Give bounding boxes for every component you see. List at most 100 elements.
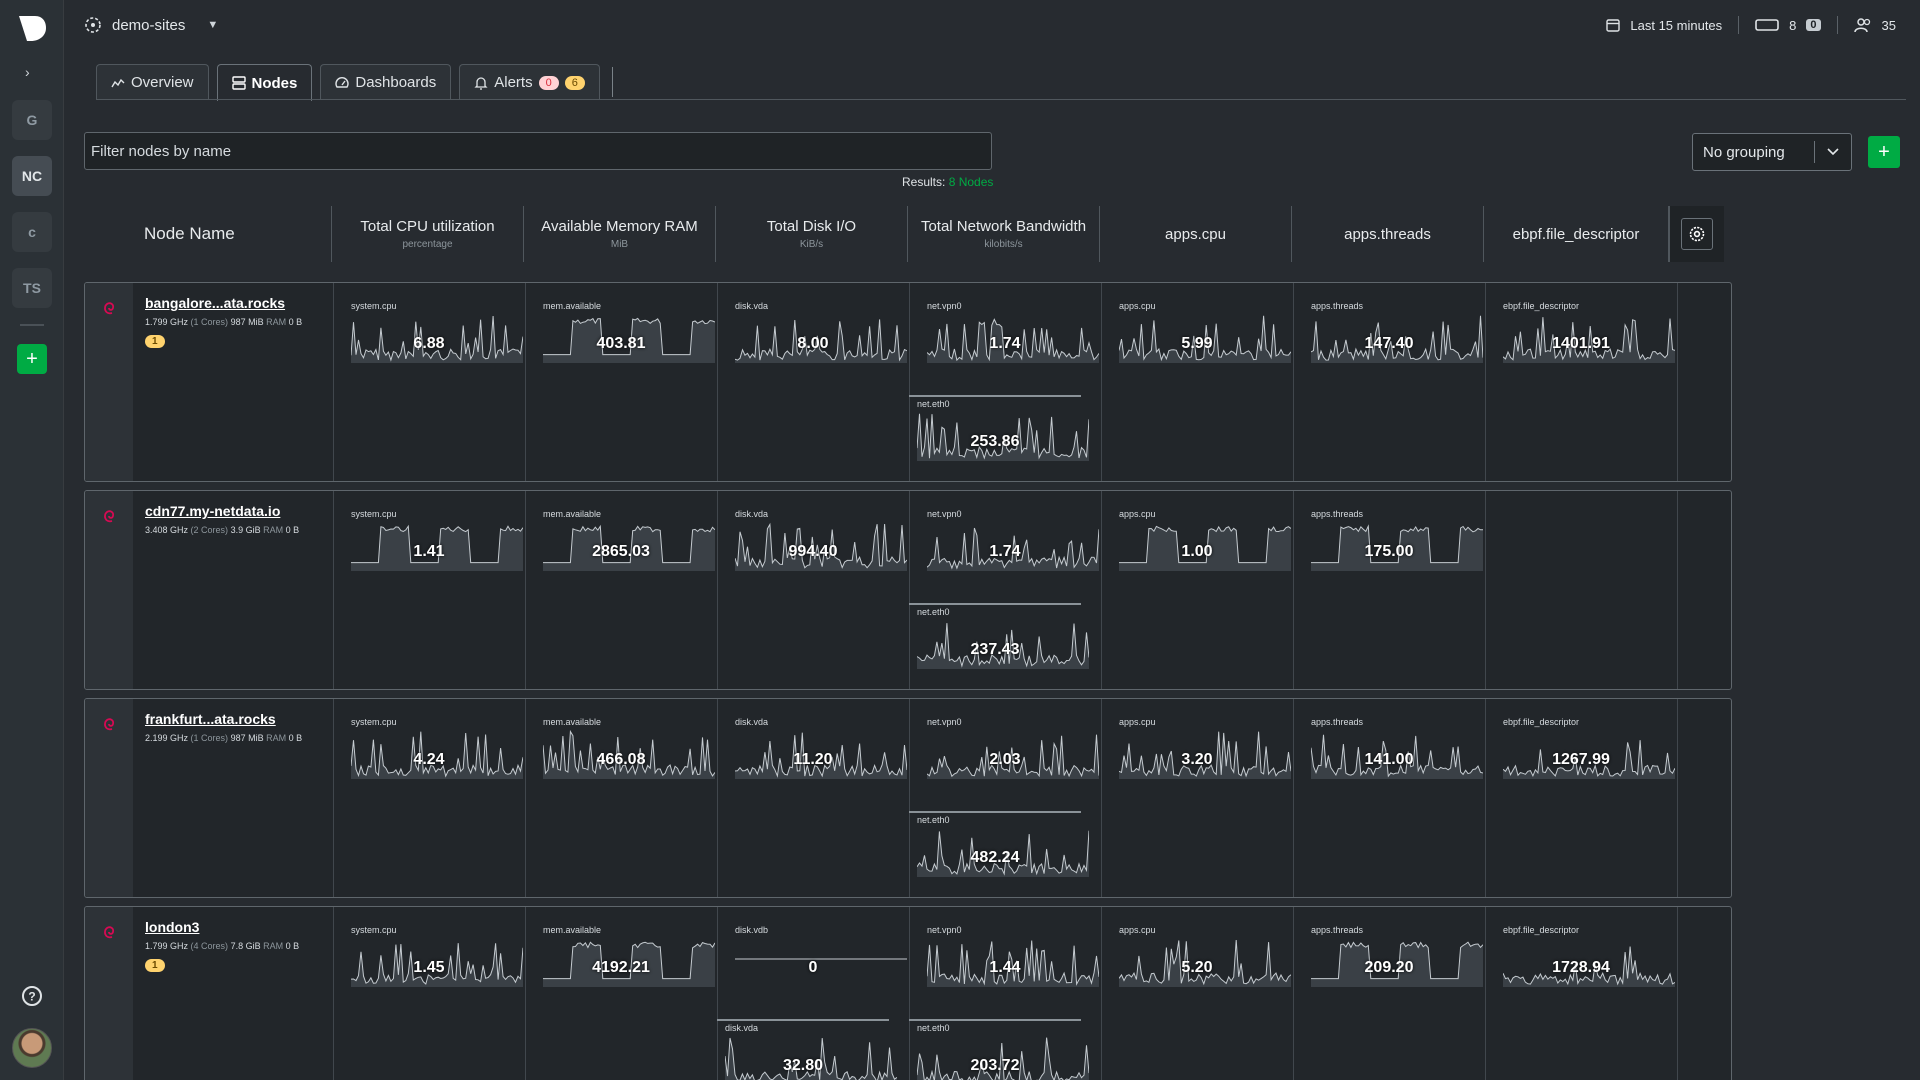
- nodes-icon[interactable]: [1755, 18, 1779, 32]
- metric-value: 8.00: [797, 335, 829, 352]
- metric-cell[interactable]: mem.available 403.81: [535, 299, 715, 379]
- metric-cell[interactable]: mem.available 4192.21: [535, 923, 715, 1003]
- metric-cell[interactable]: apps.cpu 5.99: [1111, 299, 1291, 379]
- critical-alerts-badge: 0: [538, 75, 559, 90]
- column-divider: [717, 491, 718, 689]
- node-name-link[interactable]: cdn77.my-netdata.io: [145, 503, 325, 519]
- metric-context: net.vpn0: [927, 925, 962, 935]
- column-header-cpu[interactable]: Total CPU utilization percentage: [332, 206, 524, 262]
- node-cores: (1 Cores): [190, 317, 229, 327]
- metric-cell[interactable]: apps.threads 147.40: [1303, 299, 1483, 379]
- metric-context: ebpf.file_descriptor: [1503, 717, 1580, 727]
- metric-cell[interactable]: ebpf.file_descriptor 1267.99: [1495, 715, 1675, 795]
- node-info: london3 1.799 GHz (4 Cores) 7.8 GiB RAM 0…: [145, 919, 325, 973]
- metric-context: apps.threads: [1311, 717, 1364, 727]
- column-divider: [1485, 699, 1486, 897]
- node-ram-label: RAM: [263, 941, 284, 951]
- space-ts[interactable]: TS: [12, 268, 52, 308]
- column-header-apps-threads[interactable]: apps.threads: [1292, 206, 1484, 262]
- metric-cell[interactable]: apps.cpu 5.20: [1111, 923, 1291, 1003]
- column-header-disk[interactable]: Total Disk I/O KiB/s: [716, 206, 908, 262]
- tab-dashboards-label: Dashboards: [355, 74, 437, 91]
- metric-cell[interactable]: apps.cpu 1.00: [1111, 507, 1291, 587]
- metric-cell[interactable]: disk.vda 994.40: [727, 507, 907, 587]
- metric-cell[interactable]: net.eth0 482.24: [909, 811, 1089, 891]
- node-row: london3 1.799 GHz (4 Cores) 7.8 GiB RAM 0…: [84, 906, 1732, 1080]
- add-node-button[interactable]: +: [1868, 136, 1900, 168]
- node-name-link[interactable]: london3: [145, 919, 325, 935]
- metric-context: mem.available: [543, 301, 602, 311]
- metric-cell[interactable]: net.vpn0 1.74: [919, 299, 1099, 379]
- metric-context: ebpf.file_descriptor: [1503, 301, 1580, 311]
- metric-cell[interactable]: apps.threads 209.20: [1303, 923, 1483, 1003]
- metric-cell[interactable]: system.cpu 6.88: [343, 299, 523, 379]
- metric-context: system.cpu: [351, 717, 397, 727]
- netdata-logo-icon[interactable]: [17, 14, 47, 42]
- add-space-button[interactable]: +: [17, 344, 47, 374]
- calendar-icon[interactable]: [1606, 18, 1621, 32]
- expand-sidebar-chevron-icon[interactable]: ›: [25, 64, 30, 80]
- metric-context: disk.vda: [735, 717, 769, 727]
- grouping-select[interactable]: No grouping: [1692, 133, 1852, 171]
- metric-cell[interactable]: net.eth0 203.72: [909, 1019, 1089, 1080]
- tab-overview[interactable]: Overview: [96, 64, 209, 100]
- column-unit: KiB/s: [799, 239, 824, 250]
- node-alert-badge[interactable]: 1: [145, 335, 165, 348]
- members-icon[interactable]: [1853, 17, 1872, 33]
- metric-cell[interactable]: apps.threads 175.00: [1303, 507, 1483, 587]
- column-divider: [1101, 907, 1102, 1080]
- node-row-strip: [85, 699, 133, 897]
- filter-nodes-input[interactable]: [84, 132, 992, 170]
- space-nc[interactable]: NC: [12, 156, 52, 196]
- metric-cell[interactable]: net.eth0 237.43: [909, 603, 1089, 683]
- tab-nodes-label: Nodes: [251, 74, 298, 92]
- column-divider: [1293, 491, 1294, 689]
- column-settings-button[interactable]: [1668, 206, 1724, 262]
- metric-cell[interactable]: apps.cpu 3.20: [1111, 715, 1291, 795]
- time-range-label[interactable]: Last 15 minutes: [1630, 18, 1722, 33]
- metric-cell[interactable]: mem.available 466.08: [535, 715, 715, 795]
- space-c[interactable]: c: [12, 212, 52, 252]
- tab-alerts[interactable]: Alerts 0 6: [459, 64, 600, 100]
- metric-cell[interactable]: system.cpu 1.45: [343, 923, 523, 1003]
- metric-cell[interactable]: net.eth0 253.86: [909, 395, 1089, 475]
- metric-context: ebpf.file_descriptor: [1503, 925, 1580, 935]
- metric-cell[interactable]: ebpf.file_descriptor 1401.91: [1495, 299, 1675, 379]
- metric-cell[interactable]: system.cpu 4.24: [343, 715, 523, 795]
- node-ram: 987 MiB: [230, 317, 264, 327]
- metric-value: 1401.91: [1552, 335, 1610, 352]
- node-name-link[interactable]: frankfurt...ata.rocks: [145, 711, 325, 727]
- column-header-ebpf-fd[interactable]: ebpf.file_descriptor: [1484, 206, 1668, 262]
- metric-cell[interactable]: apps.threads 141.00: [1303, 715, 1483, 795]
- room-icon: [85, 17, 101, 33]
- room-selector[interactable]: demo-sites ▼: [84, 16, 218, 34]
- metric-cell[interactable]: mem.available 2865.03: [535, 507, 715, 587]
- metric-cell[interactable]: system.cpu 1.41: [343, 507, 523, 587]
- column-header-apps-cpu[interactable]: apps.cpu: [1100, 206, 1292, 262]
- column-header-network[interactable]: Total Network Bandwidth kilobits/s: [908, 206, 1100, 262]
- column-header-memory[interactable]: Available Memory RAM MiB: [524, 206, 716, 262]
- node-name-link[interactable]: bangalore...ata.rocks: [145, 295, 325, 311]
- node-alert-badge[interactable]: 1: [145, 959, 165, 972]
- metric-cell[interactable]: ebpf.file_descriptor 1728.94: [1495, 923, 1675, 1003]
- user-avatar[interactable]: [12, 1028, 52, 1068]
- metric-cell[interactable]: disk.vda 8.00: [727, 299, 907, 379]
- help-icon[interactable]: ?: [20, 984, 44, 1008]
- tab-nodes[interactable]: Nodes: [216, 64, 313, 101]
- metric-cell[interactable]: disk.vda 32.80: [717, 1019, 897, 1080]
- tab-dashboards[interactable]: Dashboards: [320, 64, 452, 100]
- space-g[interactable]: G: [12, 100, 52, 140]
- column-header-node-name[interactable]: Node Name: [84, 206, 332, 262]
- top-bar: demo-sites ▼ Last 15 minutes 8 0 35: [64, 0, 1920, 54]
- metric-cell[interactable]: net.vpn0 2.03: [919, 715, 1099, 795]
- metric-cell[interactable]: net.vpn0 1.44: [919, 923, 1099, 1003]
- metric-cell[interactable]: disk.vdb 0: [727, 923, 907, 1003]
- node-ram-label: RAM: [266, 733, 287, 743]
- metric-context: apps.threads: [1311, 925, 1364, 935]
- column-divider: [1485, 491, 1486, 689]
- metric-cell[interactable]: disk.vda 11.20: [727, 715, 907, 795]
- metric-context: net.eth0: [917, 815, 950, 825]
- node-cores: (2 Cores): [190, 525, 229, 535]
- column-divider: [717, 699, 718, 897]
- metric-cell[interactable]: net.vpn0 1.74: [919, 507, 1099, 587]
